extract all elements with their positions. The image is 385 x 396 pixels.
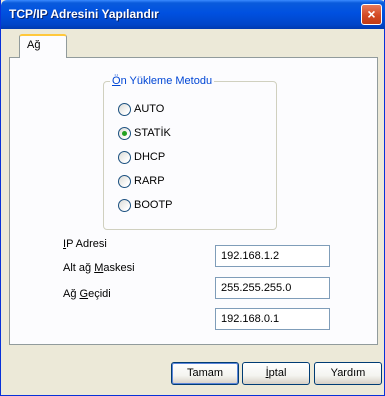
help-button[interactable]: Yardım — [314, 362, 382, 385]
radio-auto[interactable]: AUTO — [118, 101, 164, 117]
radio-bootp[interactable]: BOOTP — [118, 197, 173, 213]
ok-button[interactable]: Tamam — [171, 362, 239, 385]
dialog-window: TCP/IP Adresini Yapılandır × Ağ Ön Yükle… — [0, 0, 385, 396]
radio-dhcp[interactable]: DHCP — [118, 149, 165, 165]
radio-static-circle[interactable] — [118, 126, 131, 140]
radio-rarp[interactable]: RARP — [118, 173, 165, 189]
tab-network[interactable]: Ağ — [19, 34, 67, 58]
load-method-group: Ön Yükleme Metodu AUTO STATİK DHCP RARP … — [103, 75, 277, 230]
radio-auto-circle[interactable] — [118, 102, 131, 116]
tab-strip: Ağ — [5, 34, 382, 58]
radio-rarp-circle[interactable] — [118, 174, 131, 188]
window-title: TCP/IP Adresini Yapılandır — [9, 7, 159, 21]
gateway-label: Ağ Geçidi — [63, 288, 111, 300]
radio-rarp-label: RARP — [134, 175, 165, 187]
close-icon: × — [367, 6, 376, 22]
radio-bootp-circle[interactable] — [118, 198, 131, 212]
close-button[interactable]: × — [361, 4, 382, 25]
ip-address-label: IP Adresi — [63, 238, 107, 250]
radio-static[interactable]: STATİK — [118, 125, 171, 141]
radio-static-label: STATİK — [134, 127, 171, 139]
radio-auto-label: AUTO — [134, 103, 165, 115]
radio-bootp-label: BOOTP — [134, 199, 173, 211]
tab-network-label: Ağ — [27, 39, 41, 51]
title-bar[interactable]: TCP/IP Adresini Yapılandır × — [1, 0, 385, 29]
load-method-legend: Ön Yükleme Metodu — [112, 75, 213, 87]
radio-dhcp-label: DHCP — [134, 151, 166, 163]
gateway-input[interactable]: 192.168.0.1 — [215, 308, 330, 330]
subnet-mask-input[interactable]: 255.255.255.0 — [215, 277, 330, 299]
tab-panel: Ön Yükleme Metodu AUTO STATİK DHCP RARP … — [9, 57, 378, 345]
cancel-button[interactable]: İptal — [242, 362, 310, 385]
radio-dhcp-circle[interactable] — [118, 150, 131, 164]
ip-address-input[interactable]: 192.168.1.2 — [215, 245, 330, 267]
subnet-mask-label: Alt ağ Maskesi — [63, 262, 135, 274]
